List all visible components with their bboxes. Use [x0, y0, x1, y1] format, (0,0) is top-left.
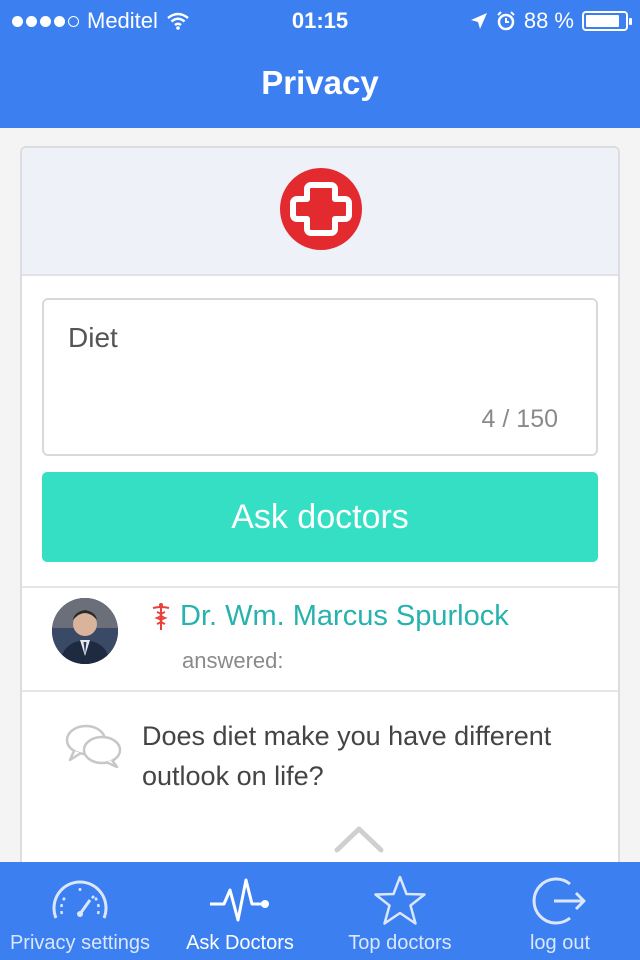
caduceus-icon [152, 602, 170, 630]
navigation-bar: Privacy [0, 40, 640, 128]
tab-label: Ask Doctors [186, 932, 294, 954]
speedometer-icon [52, 880, 108, 919]
location-arrow-icon [470, 13, 487, 29]
tab-top-doctors[interactable]: Top doctors [320, 862, 480, 960]
star-icon [374, 875, 426, 925]
battery-fill [586, 15, 620, 27]
char-counter: 4 / 150 [481, 405, 558, 433]
chevron-up-icon[interactable] [334, 824, 384, 854]
battery-icon [582, 11, 632, 31]
logout-icon [532, 877, 586, 925]
answered-label: answered: [182, 648, 284, 673]
content-area[interactable]: 4 / 150 Ask doctors [0, 128, 640, 862]
tab-privacy-settings[interactable]: Privacy settings [0, 862, 160, 960]
divider [22, 690, 618, 692]
tab-label: Privacy settings [9, 932, 151, 954]
tab-log-out[interactable]: log out [480, 862, 640, 960]
doctor-name-link[interactable]: Dr. Wm. Marcus Spurlock [180, 600, 509, 633]
question-input[interactable] [68, 318, 568, 358]
tab-label: log out [529, 932, 591, 954]
answer-header[interactable]: Dr. Wm. Marcus Spurlock answered: [22, 588, 618, 692]
ask-card: 4 / 150 Ask doctors [20, 146, 620, 862]
battery-percent: 88 % [523, 8, 574, 33]
chat-bubbles-icon [65, 724, 122, 768]
question-text: Does diet make you have different outloo… [142, 721, 552, 791]
alarm-icon [497, 11, 515, 31]
card-header [22, 148, 618, 276]
tab-label: Top doctors [348, 932, 452, 954]
status-bar: Meditel 01:15 88 % [0, 0, 640, 40]
doctor-line: Dr. Wm. Marcus Spurlock [150, 600, 509, 633]
doctor-avatar[interactable] [52, 598, 118, 664]
status-right: 88 % [470, 8, 632, 34]
tab-ask-doctors[interactable]: Ask Doctors [160, 862, 320, 960]
question-box: 4 / 150 [42, 298, 598, 456]
ask-doctors-button[interactable]: Ask doctors [42, 472, 598, 562]
page-title: Privacy [261, 64, 379, 101]
tab-bar: Privacy settings Ask Doctors Top doctors… [0, 862, 640, 960]
question-item[interactable]: Does diet make you have different outloo… [22, 694, 618, 862]
health-cross-logo-icon [280, 168, 362, 250]
heartbeat-icon [210, 878, 269, 922]
